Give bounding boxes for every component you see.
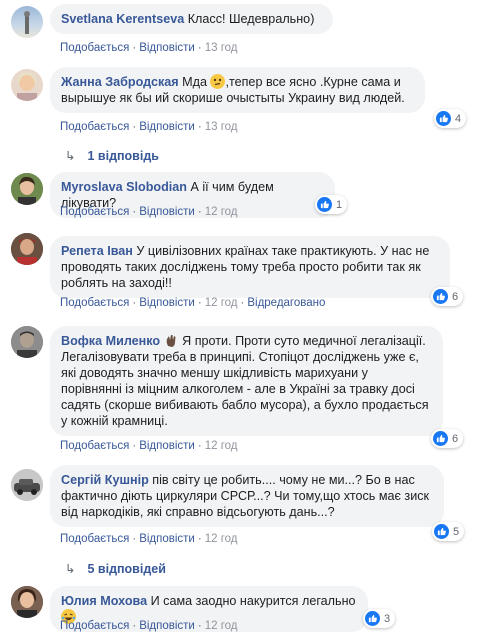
reply-arrow-icon: ↳ [65, 149, 76, 163]
comment-actions: Подобається · Відповісти · 12 год [60, 533, 238, 545]
thinking-emoji-icon [210, 74, 226, 89]
reaction-number: 1 [336, 198, 343, 211]
avatar-person-image [11, 173, 43, 205]
reaction-count[interactable]: 6 [431, 287, 464, 306]
timestamp[interactable]: 12 год [205, 533, 238, 545]
comment-actions: Подобається · Відповісти · 12 год [60, 620, 238, 632]
avatar[interactable] [11, 6, 43, 38]
comment-actions: Подобається · Відповісти · 13 год [60, 42, 238, 54]
edited-label[interactable]: Відредаговано [247, 297, 325, 309]
like-icon [436, 111, 451, 126]
like-link[interactable]: Подобається [60, 206, 129, 218]
view-replies-link[interactable]: ↳ 1 відповідь [65, 148, 159, 163]
comment-author[interactable]: Юлия Мохова [61, 594, 147, 608]
like-link[interactable]: Подобається [60, 533, 129, 545]
comment-author[interactable]: Svetlana Kerentseva [61, 12, 184, 26]
like-link[interactable]: Подобається [60, 121, 129, 133]
like-icon [317, 197, 332, 212]
like-icon [433, 431, 448, 446]
comment-author[interactable]: Myroslava Slobodian [61, 180, 187, 194]
like-icon [365, 611, 380, 626]
reaction-count[interactable]: 4 [434, 109, 467, 128]
comment-text: Я проти. Проти суто медичної легалізації… [61, 334, 429, 428]
avatar-car-image [11, 469, 43, 501]
comment-bubble: Вофка Миленко Я проти. Проти суто медичн… [50, 326, 443, 436]
replies-count: 1 відповідь [87, 149, 159, 163]
timestamp[interactable]: 13 год [205, 42, 238, 54]
like-link[interactable]: Подобається [60, 440, 129, 452]
reaction-count[interactable]: 1 [315, 195, 348, 214]
avatar[interactable] [11, 69, 43, 101]
avatar-person-image [11, 586, 43, 618]
comment-text: Класс! Шедеврально) [187, 12, 315, 26]
reaction-count[interactable]: 5 [432, 522, 465, 541]
like-link[interactable]: Подобається [60, 620, 129, 632]
comment-author[interactable]: Жанна Забродская [61, 75, 179, 89]
waving-hand-icon [164, 333, 179, 348]
comment-bubble: Жанна Забродская Мда ,тепер все ясно .Ку… [50, 67, 425, 113]
avatar[interactable] [11, 469, 43, 501]
avatar[interactable] [11, 326, 43, 358]
like-link[interactable]: Подобається [60, 297, 129, 309]
comment-author[interactable]: Сергій Кушнір [61, 473, 149, 487]
reaction-count[interactable]: 6 [431, 429, 464, 448]
comment-author[interactable]: Репета Іван [61, 244, 133, 258]
view-replies-link[interactable]: ↳ 5 відповідей [65, 561, 166, 576]
reaction-number: 6 [452, 432, 459, 445]
reply-link[interactable]: Відповісти [139, 620, 195, 632]
reply-link[interactable]: Відповісти [139, 206, 195, 218]
avatar-person-image [11, 233, 43, 265]
timestamp[interactable]: 12 год [205, 440, 238, 452]
avatar[interactable] [11, 173, 43, 205]
timestamp[interactable]: 12 год [205, 620, 238, 632]
reaction-number: 6 [452, 290, 459, 303]
comment-actions: Подобається · Відповісти · 13 год [60, 121, 238, 133]
reply-arrow-icon: ↳ [65, 562, 76, 576]
comment-author[interactable]: Вофка Миленко [61, 334, 160, 348]
comment-bubble: Сергій Кушнір пів світу це робить.... чо… [50, 465, 444, 527]
reaction-number: 5 [453, 525, 460, 538]
replies-count: 5 відповідей [87, 562, 166, 576]
like-link[interactable]: Подобається [60, 42, 129, 54]
avatar-person-image [11, 326, 43, 358]
avatar-statue-image [24, 11, 30, 34]
comment-text: И сама заодно накурится легально [150, 594, 356, 608]
reply-link[interactable]: Відповісти [139, 440, 195, 452]
comment-actions: Подобається · Відповісти · 12 год · Відредагов… [60, 297, 326, 309]
reply-link[interactable]: Відповісти [139, 297, 195, 309]
like-icon [434, 524, 449, 539]
timestamp[interactable]: 12 год [205, 206, 238, 218]
timestamp[interactable]: 12 год [205, 297, 238, 309]
reply-link[interactable]: Відповісти [139, 42, 195, 54]
reply-link[interactable]: Відповісти [139, 121, 195, 133]
comment-actions: Подобається · Відповісти · 12 год [60, 440, 238, 452]
reaction-number: 4 [455, 112, 462, 125]
comment-actions: Подобається · Відповісти · 12 год [60, 206, 238, 218]
reaction-number: 3 [384, 612, 391, 625]
avatar-person-image [17, 71, 37, 101]
comment-bubble: Svetlana Kerentseva Класс! Шедеврально) [50, 4, 333, 34]
like-icon [433, 289, 448, 304]
comment-text: Мда [182, 75, 207, 89]
avatar[interactable] [11, 586, 43, 618]
comment-bubble: Репета Іван У цивілізовних країнах таке … [50, 236, 450, 298]
avatar[interactable] [11, 233, 43, 265]
timestamp[interactable]: 13 год [205, 121, 238, 133]
reply-link[interactable]: Відповісти [139, 533, 195, 545]
reaction-count[interactable]: 3 [363, 609, 396, 628]
